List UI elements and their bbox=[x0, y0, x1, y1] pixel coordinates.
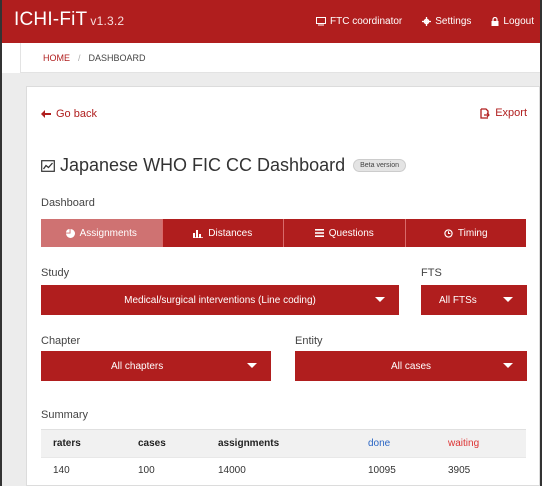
pie-chart-icon bbox=[65, 228, 75, 238]
top-navbar: ICHI-FiT v1.3.2 FTC coordinator Settings … bbox=[2, 0, 540, 43]
summary-table: raters cases assignments done waiting 14… bbox=[41, 429, 526, 484]
go-back-link[interactable]: Go back bbox=[41, 108, 97, 120]
study-select-value: Medical/surgical interventions (Line cod… bbox=[124, 294, 316, 306]
page-title: Japanese WHO FIC CC Dashboard Beta versi… bbox=[41, 155, 407, 176]
chevron-down-icon bbox=[247, 363, 257, 368]
tab-timing[interactable]: Timing bbox=[405, 219, 526, 247]
breadcrumb: HOME / DASHBOARD bbox=[20, 43, 540, 73]
cell-waiting: 3905 bbox=[436, 457, 526, 484]
study-label: Study bbox=[41, 267, 70, 279]
list-icon bbox=[314, 229, 324, 237]
breadcrumb-current: DASHBOARD bbox=[88, 52, 146, 63]
chapter-select-value: All chapters bbox=[111, 360, 164, 372]
chevron-down-icon bbox=[503, 363, 513, 368]
entity-select[interactable]: All cases bbox=[295, 351, 527, 381]
cell-cases: 100 bbox=[126, 457, 206, 484]
tab-questions-label: Questions bbox=[328, 227, 374, 239]
nav-settings-link[interactable]: Settings bbox=[412, 14, 481, 28]
chapter-label: Chapter bbox=[41, 335, 81, 347]
entity-select-value: All cases bbox=[390, 360, 431, 372]
nav-settings-label: Settings bbox=[435, 15, 472, 27]
go-back-label: Go back bbox=[56, 108, 97, 120]
dashboard-card: Go back Export Japanese WHO FIC CC Dashb… bbox=[26, 86, 540, 486]
nav-logout-link[interactable]: Logout bbox=[481, 14, 540, 28]
cell-done: 10095 bbox=[356, 457, 436, 484]
arrow-left-icon bbox=[41, 110, 51, 118]
column-header-waiting: waiting bbox=[436, 429, 526, 458]
summary-label: Summary bbox=[41, 409, 89, 421]
table-row: 140 100 14000 10095 3905 bbox=[41, 457, 526, 484]
fts-select-value: All FTSs bbox=[439, 294, 477, 306]
column-header-done: done bbox=[356, 429, 436, 458]
column-header-raters: raters bbox=[41, 429, 126, 458]
tab-distances[interactable]: Distances bbox=[162, 219, 284, 247]
export-label: Export bbox=[495, 107, 527, 119]
export-link[interactable]: Export bbox=[480, 107, 527, 119]
chapter-select[interactable]: All chapters bbox=[41, 351, 271, 381]
area-chart-icon bbox=[41, 159, 55, 172]
dashboard-tabs: Assignments Distances Questions Timing bbox=[41, 219, 526, 247]
app-brand[interactable]: ICHI-FiT v1.3.2 bbox=[14, 9, 124, 31]
app-window: ICHI-FiT v1.3.2 FTC coordinator Settings … bbox=[0, 0, 542, 486]
chevron-down-icon bbox=[375, 297, 385, 302]
chevron-down-icon bbox=[503, 297, 513, 302]
breadcrumb-separator: / bbox=[78, 52, 81, 63]
bar-chart-icon bbox=[193, 229, 204, 238]
nav-coordinator-link[interactable]: FTC coordinator bbox=[306, 14, 412, 28]
entity-label: Entity bbox=[295, 335, 323, 347]
cell-raters: 140 bbox=[41, 457, 126, 484]
nav-right-menu: FTC coordinator Settings Logout bbox=[306, 14, 540, 28]
nav-coordinator-label: FTC coordinator bbox=[330, 15, 403, 27]
nav-logout-label: Logout bbox=[503, 15, 534, 27]
tab-assignments-label: Assignments bbox=[79, 227, 137, 239]
dashboard-label: Dashboard bbox=[41, 197, 95, 209]
fts-label: FTS bbox=[421, 267, 442, 279]
lock-icon bbox=[491, 16, 499, 26]
tab-assignments[interactable]: Assignments bbox=[41, 219, 163, 247]
export-file-icon bbox=[480, 107, 491, 119]
beta-badge: Beta version bbox=[353, 159, 407, 172]
table-header-row: raters cases assignments done waiting bbox=[41, 429, 526, 458]
tab-timing-label: Timing bbox=[457, 227, 488, 239]
app-name: ICHI-FiT bbox=[14, 9, 88, 30]
page-title-text: Japanese WHO FIC CC Dashboard bbox=[60, 155, 346, 175]
clock-icon bbox=[444, 228, 453, 238]
study-select[interactable]: Medical/surgical interventions (Line cod… bbox=[41, 285, 399, 315]
tab-questions[interactable]: Questions bbox=[284, 219, 406, 247]
fts-select[interactable]: All FTSs bbox=[421, 285, 527, 315]
column-header-cases: cases bbox=[126, 429, 206, 458]
breadcrumb-home-link[interactable]: HOME bbox=[43, 53, 70, 63]
column-header-assignments: assignments bbox=[206, 429, 356, 458]
tab-distances-label: Distances bbox=[208, 227, 253, 239]
app-version: v1.3.2 bbox=[90, 14, 125, 28]
gear-icon bbox=[422, 16, 432, 26]
monitor-icon bbox=[316, 16, 327, 25]
cell-assignments: 14000 bbox=[206, 457, 356, 484]
